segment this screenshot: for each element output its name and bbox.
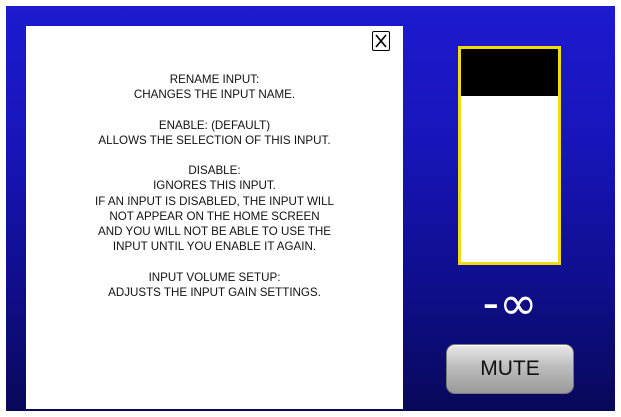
help-text-line: INPUT VOLUME SETUP:: [148, 270, 281, 284]
help-paragraph: DISABLE: IGNORES THIS INPUT. IF AN INPUT I…: [26, 163, 403, 254]
help-text-line: ENABLE: (DEFAULT): [158, 118, 271, 132]
help-paragraph: INPUT VOLUME SETUP: ADJUSTS THE INPUT GAI…: [26, 270, 403, 300]
help-text-line: AND YOU WILL NOT BE ABLE TO USE THE: [97, 225, 332, 238]
help-text-line: ALLOWS THE SELECTION OF THIS INPUT.: [98, 133, 331, 147]
close-button[interactable]: [372, 31, 390, 51]
device-screen: RENAME INPUT: CHANGES THE INPUT NAME. ENAB…: [6, 6, 615, 411]
volume-readout: -∞: [482, 276, 538, 330]
help-text-line: CHANGES THE INPUT NAME.: [133, 88, 296, 102]
help-text-line: IGNORES THIS INPUT.: [153, 179, 276, 193]
help-text: RENAME INPUT: CHANGES THE INPUT NAME. ENAB…: [26, 72, 403, 315]
help-text-line: DISABLE:: [188, 164, 241, 178]
volume-meter: [458, 46, 561, 265]
help-panel: RENAME INPUT: CHANGES THE INPUT NAME. ENAB…: [26, 26, 403, 409]
help-text-line: RENAME INPUT:: [169, 73, 260, 86]
help-text-line: IF AN INPUT IS DISABLED, THE INPUT WILL: [94, 194, 335, 208]
help-text-line: INPUT UNTIL YOU ENABLE IT AGAIN.: [112, 240, 317, 254]
help-text-line: NOT APPEAR ON THE HOME SCREEN: [109, 209, 320, 223]
help-text-line: ADJUSTS THE INPUT GAIN SETTINGS.: [108, 285, 321, 299]
help-paragraph: RENAME INPUT: CHANGES THE INPUT NAME.: [26, 72, 403, 102]
close-icon: [375, 34, 387, 48]
mute-button[interactable]: MUTE: [446, 344, 574, 394]
volume-meter-fill: [461, 49, 558, 96]
help-paragraph: ENABLE: (DEFAULT) ALLOWS THE SELECTION OF…: [26, 118, 403, 148]
